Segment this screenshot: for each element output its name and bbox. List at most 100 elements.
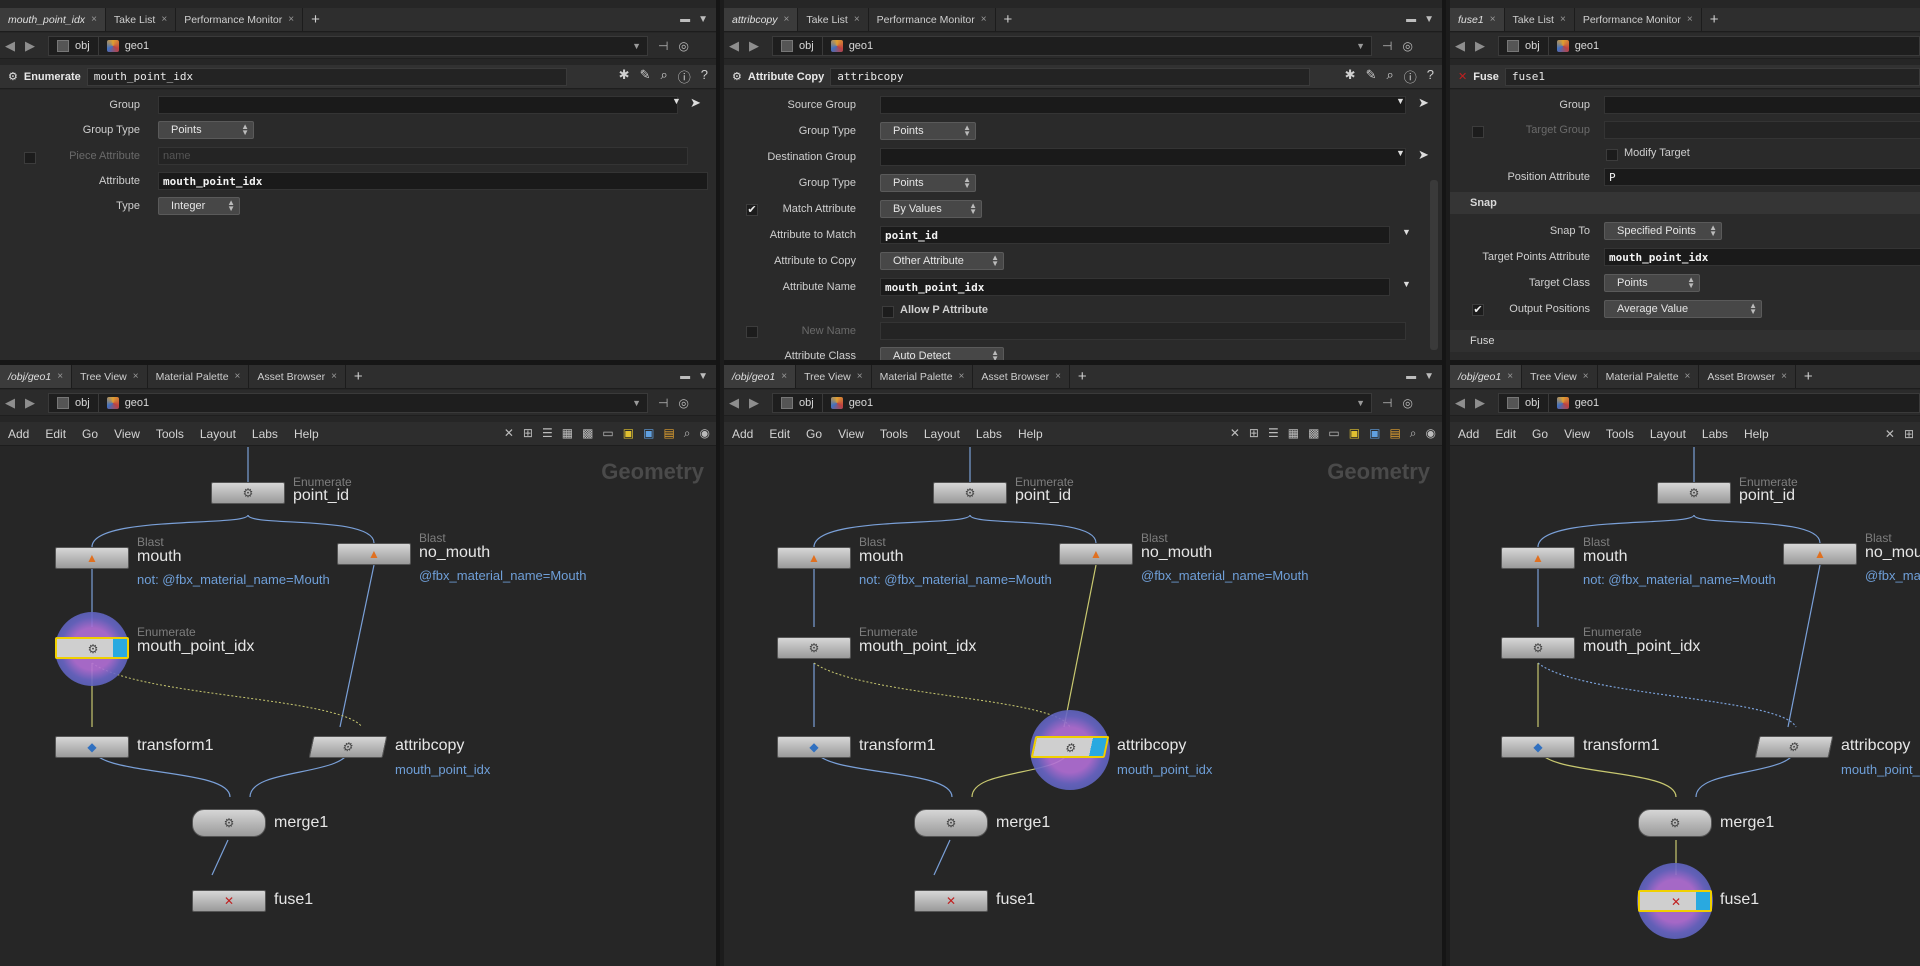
menu-view[interactable]: View (830, 427, 872, 441)
close-icon[interactable]: × (331, 371, 337, 382)
gear-icon[interactable]: ✱ (1345, 67, 1356, 86)
menu-add[interactable]: Add (724, 427, 761, 441)
add-tab-icon[interactable]: + (996, 8, 1021, 31)
search-icon[interactable]: ⌕ (660, 67, 667, 86)
tab-performance-monitor[interactable]: Performance Monitor × (1575, 8, 1702, 31)
node-box[interactable]: ▲ (1059, 543, 1133, 565)
group-field[interactable] (1604, 96, 1920, 114)
close-icon[interactable]: × (1490, 14, 1496, 25)
menu-help[interactable]: Help (286, 427, 327, 441)
select-arrow-icon[interactable]: ➤ (1418, 95, 1429, 111)
node-box[interactable]: ⚙ (914, 809, 988, 837)
node-box[interactable]: ✕ (192, 890, 266, 912)
breadcrumb-obj[interactable]: obj (773, 393, 823, 412)
back-icon[interactable]: ◀ (0, 38, 20, 54)
path-field[interactable]: obj geo1 (1498, 392, 1920, 413)
group-field[interactable] (158, 96, 678, 114)
info-icon[interactable]: ⓘ (1404, 67, 1417, 86)
menu-edit[interactable]: Edit (1487, 427, 1524, 441)
back-icon[interactable]: ◀ (724, 395, 744, 411)
group-type-menu[interactable]: Points ▲ ▼ (158, 121, 254, 139)
breadcrumb-obj[interactable]: obj (49, 393, 99, 412)
pin-icon[interactable]: ⊣ (1382, 39, 1392, 53)
forward-icon[interactable]: ▶ (744, 395, 764, 411)
scrollbar[interactable] (1430, 180, 1438, 350)
breadcrumb-geo[interactable]: geo1 (99, 37, 157, 55)
menu-edit[interactable]: Edit (37, 427, 74, 441)
breadcrumb-geo[interactable]: geo1 (1549, 394, 1607, 412)
menu-go[interactable]: Go (1524, 427, 1556, 441)
tab-tree-view[interactable]: Tree View × (796, 365, 872, 388)
node-box[interactable]: ⚙ (1657, 482, 1731, 504)
add-tab-icon[interactable]: + (1796, 365, 1821, 388)
close-icon[interactable]: × (161, 14, 167, 25)
pane-layout-icon[interactable]: ▬ (680, 14, 690, 25)
breadcrumb-obj[interactable]: obj (1499, 36, 1549, 55)
tab-take-list[interactable]: Take List × (1505, 8, 1575, 31)
tab-material-palette[interactable]: Material Palette × (872, 365, 974, 388)
new-name-toggle[interactable] (746, 326, 758, 338)
modify-target-toggle[interactable] (1606, 149, 1618, 161)
tab-tree-view[interactable]: Tree View × (1522, 365, 1598, 388)
chevron-down-icon[interactable]: ▼ (672, 96, 681, 106)
forward-icon[interactable]: ▶ (20, 38, 40, 54)
menu-add[interactable]: Add (1450, 427, 1487, 441)
node-box[interactable]: ▲ (1501, 547, 1575, 569)
camera-icon[interactable]: ◉ (700, 426, 710, 441)
attribute-to-match-field[interactable]: point_id (880, 226, 1390, 244)
link-icon[interactable]: ◎ (678, 396, 688, 410)
close-icon[interactable]: × (1583, 371, 1589, 382)
menu-go[interactable]: Go (74, 427, 106, 441)
note-icon[interactable]: ▣ (623, 426, 634, 441)
output-positions-menu[interactable]: Average Value ▲ ▼ (1604, 300, 1762, 318)
output-positions-toggle[interactable]: ✔ (1472, 304, 1484, 316)
menu-go[interactable]: Go (798, 427, 830, 441)
node-box[interactable]: ⚙ (192, 809, 266, 837)
node-box[interactable]: ⚙ (933, 482, 1007, 504)
close-icon[interactable]: × (981, 14, 987, 25)
tab-material-palette[interactable]: Material Palette × (148, 365, 250, 388)
menu-help[interactable]: Help (1010, 427, 1051, 441)
add-tab-icon[interactable]: + (346, 365, 371, 388)
node-box[interactable]: ⚙ (1030, 736, 1110, 758)
close-icon[interactable]: × (1560, 14, 1566, 25)
menu-tools[interactable]: Tools (1598, 427, 1642, 441)
close-icon[interactable]: × (781, 371, 787, 382)
tab-tree-view[interactable]: Tree View × (72, 365, 148, 388)
chevron-down-icon[interactable]: ▼ (1350, 398, 1371, 408)
folder-icon[interactable]: ▤ (1389, 426, 1400, 441)
operator-name-field[interactable]: mouth_point_idx (86, 67, 567, 86)
node-box[interactable]: ⚙ (1754, 736, 1834, 758)
forward-icon[interactable]: ▶ (20, 395, 40, 411)
pane-layout-icon[interactable]: ▬ (680, 371, 690, 382)
path-field[interactable]: obj geo1 ▼ (772, 392, 1372, 413)
display-icon[interactable]: ▭ (1328, 426, 1339, 441)
group-type-2-menu[interactable]: Points ▲ ▼ (880, 174, 976, 192)
gear-icon[interactable]: ✱ (619, 67, 630, 86)
node-box[interactable]: ✕ (914, 890, 988, 912)
select-arrow-icon[interactable]: ➤ (690, 95, 701, 111)
list-icon[interactable]: ☰ (1268, 426, 1279, 441)
source-group-field[interactable] (880, 96, 1406, 114)
path-field[interactable]: obj geo1 ▼ (48, 392, 648, 413)
close-icon[interactable]: × (959, 371, 965, 382)
attribute-to-copy-menu[interactable]: Other Attribute ▲ ▼ (880, 252, 1004, 270)
menu-labs[interactable]: Labs (968, 427, 1010, 441)
close-icon[interactable]: × (1507, 371, 1513, 382)
folder-icon[interactable]: ▤ (663, 426, 674, 441)
destination-group-field[interactable] (880, 148, 1406, 166)
attribute-class-menu[interactable]: Auto Detect ▲ ▼ (880, 347, 1004, 360)
tree-icon[interactable]: ⊞ (1904, 427, 1914, 441)
brush-icon[interactable]: ✎ (1366, 67, 1377, 86)
add-tab-icon[interactable]: + (1070, 365, 1095, 388)
tab-material-palette[interactable]: Material Palette × (1598, 365, 1700, 388)
target-points-attribute-field[interactable]: mouth_point_idx (1604, 248, 1920, 266)
tab-asset-browser[interactable]: Asset Browser × (249, 365, 346, 388)
breadcrumb-geo[interactable]: geo1 (1549, 37, 1607, 55)
wrench-icon[interactable]: ✕ (1230, 426, 1240, 441)
link-icon[interactable]: ◎ (1402, 39, 1412, 53)
chevron-down-icon[interactable]: ▼ (1350, 41, 1371, 51)
menu-tools[interactable]: Tools (148, 427, 192, 441)
node-box[interactable]: ⚙ (1501, 637, 1575, 659)
breadcrumb-geo[interactable]: geo1 (823, 37, 881, 55)
